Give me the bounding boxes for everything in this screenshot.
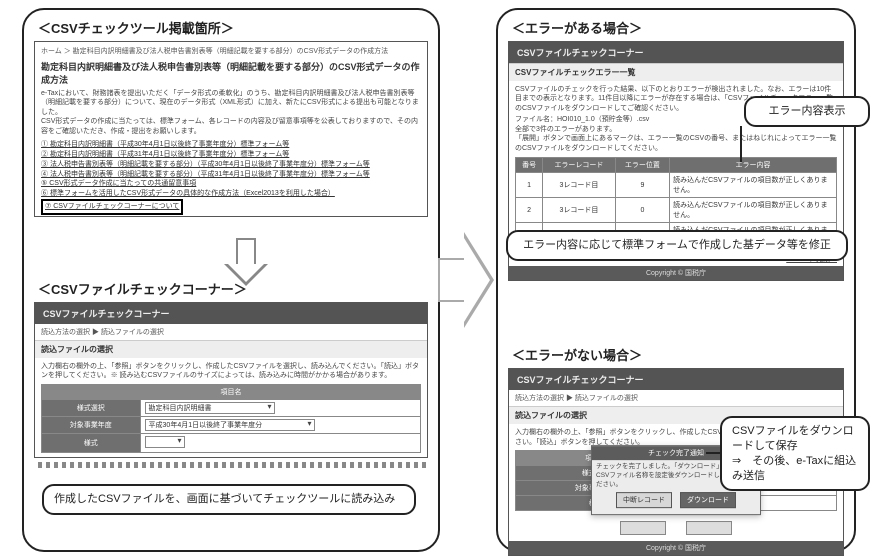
leader-line — [740, 126, 742, 162]
callout-fix-data: エラー内容に応じて標準フォームで作成した基データ等を修正 — [506, 230, 848, 261]
callout-error-display: エラー内容表示 — [744, 96, 870, 127]
link-item[interactable]: ① 勘定科目内訳明細書（平成30年4月1日以後終了事業年度分）標準フォーム等 — [41, 140, 421, 150]
intro-para-2: CSV形式データの作成に当たっては、標準フォーム、各レコードの内容及び留意事項等… — [41, 117, 421, 136]
window-banner: CSVファイルチェックコーナー — [509, 369, 843, 390]
err-h: エラー位置 — [615, 158, 669, 173]
popup-btn-download[interactable]: ダウンロード — [680, 492, 736, 508]
page-heading: 勘定科目内訳明細書及び法人税申告書別表等（明細記載を要する部分）のCSV形式デー… — [41, 60, 421, 86]
popup-btn-interrupt[interactable]: 中断レコード — [616, 492, 672, 508]
form-value — [140, 433, 420, 452]
tool-location-window: ホーム ＞ 勘定科目内訳明細書及び法人税申告書別表等（明細記載を要する部分）のC… — [34, 41, 428, 217]
window-banner: CSVファイルチェックコーナー — [509, 42, 843, 63]
link-item[interactable]: ② 勘定科目内訳明細書（平成31年4月1日以後終了事業年度分）標準フォーム等 — [41, 150, 421, 160]
select-form[interactable] — [145, 436, 185, 448]
link-item[interactable]: ⑤ CSV形式データ作成に当たっての共通留意事項 — [41, 179, 421, 189]
err-h: 番号 — [516, 158, 543, 173]
callout-download: CSVファイルをダウンロードして保存 ⇒ その後、e-Taxに組込み送信 — [720, 416, 870, 491]
nav-button[interactable] — [686, 521, 732, 535]
left-title-1: ＜CSVチェックツール掲載箇所＞ — [38, 18, 438, 37]
step-crumb: 読込方法の選択 ▶ 読込ファイルの選択 — [35, 324, 427, 340]
window-banner: CSVファイルチェックコーナー — [35, 303, 427, 324]
nav-button[interactable] — [620, 521, 666, 535]
bottom-buttons — [509, 515, 843, 541]
leader-line — [706, 452, 720, 454]
error-intro-3: 「展開」ボタンで画面上にあるマークは、エラー一覧のCSVの番号、またはねじれによ… — [515, 134, 837, 153]
instructions: 入力欄右の欄外の上、「参照」ボタンをクリックし、作成したCSVファイルを選択し、… — [41, 362, 421, 381]
link-item[interactable]: ⑥ 標準フォームを活用したCSV形式データの具体的な作成方法（Excel2013… — [41, 189, 421, 199]
select-year[interactable]: 平成30年4月1日以後終了事業年度分 — [145, 419, 315, 431]
err-cell: 1 — [516, 173, 543, 198]
right-title-ok: ＜エラーがない場合＞ — [512, 345, 854, 364]
highlighted-link[interactable]: ⑦ CSVファイルチェックコーナーについて — [41, 199, 183, 215]
step-crumb: 読込方法の選択 ▶ 読込ファイルの選択 — [509, 390, 843, 406]
err-msg: 読み込んだCSVファイルの項目数が正しくありません。 — [670, 173, 837, 198]
arrow-down-icon — [224, 238, 268, 292]
torn-edge — [34, 462, 428, 468]
breadcrumb: ホーム ＞ 勘定科目内訳明細書及び法人税申告書別表等（明細記載を要する部分）のC… — [41, 46, 421, 56]
select-style[interactable]: 勘定科目内訳明細書 — [145, 402, 275, 414]
err-cell: 9 — [615, 173, 669, 198]
err-cell: 2 — [516, 198, 543, 223]
err-h: エラーレコード — [543, 158, 616, 173]
link-item[interactable]: ④ 法人税申告書別表等（明細記載を要する部分）（平成31年4月1日以後終了事業年… — [41, 170, 421, 180]
right-title-error: ＜エラーがある場合＞ — [512, 18, 854, 37]
err-cell: 3レコード目 — [543, 173, 616, 198]
callout-left: 作成したCSVファイルを、画面に基づいてチェックツールに読み込み — [42, 484, 416, 515]
form-value: 勘定科目内訳明細書 — [140, 399, 420, 416]
arrow-right-icon — [438, 232, 496, 328]
footer-bar: Copyright © 国税庁 — [509, 541, 843, 555]
subheading: 読込ファイルの選択 — [35, 340, 427, 358]
left-panel: ＜CSVチェックツール掲載箇所＞ ホーム ＞ 勘定科目内訳明細書及び法人税申告書… — [22, 8, 440, 552]
form-value: 平成30年4月1日以後終了事業年度分 — [140, 416, 420, 433]
form-label: 対象事業年度 — [42, 416, 141, 433]
input-form-table: 項目名 様式選択 勘定科目内訳明細書 対象事業年度 平成30年4月1日以後終了事… — [41, 384, 421, 453]
form-label: 様式選択 — [42, 399, 141, 416]
err-h: エラー内容 — [670, 158, 837, 173]
check-corner-window: CSVファイルチェックコーナー 読込方法の選択 ▶ 読込ファイルの選択 読込ファ… — [34, 302, 428, 458]
err-cell: 0 — [615, 198, 669, 223]
link-list: ① 勘定科目内訳明細書（平成30年4月1日以後終了事業年度分）標準フォーム等 ②… — [41, 140, 421, 215]
link-item[interactable]: ③ 法人税申告書別表等（明細記載を要する部分）（平成30年4月1日以後終了事業年… — [41, 160, 421, 170]
err-msg: 読み込んだCSVファイルの項目数が正しくありません。 — [670, 198, 837, 223]
form-header: 項目名 — [42, 384, 421, 399]
err-cell: 3レコード目 — [543, 198, 616, 223]
subheading: CSVファイルチェックエラー一覧 — [509, 63, 843, 81]
intro-para-1: e-Taxにおいて、財務諸表を提出いただく「データ形式の柔軟化」のうち、勘定科目… — [41, 89, 421, 117]
form-label: 様式 — [42, 433, 141, 452]
footer-bar: Copyright © 国税庁 — [509, 266, 843, 280]
